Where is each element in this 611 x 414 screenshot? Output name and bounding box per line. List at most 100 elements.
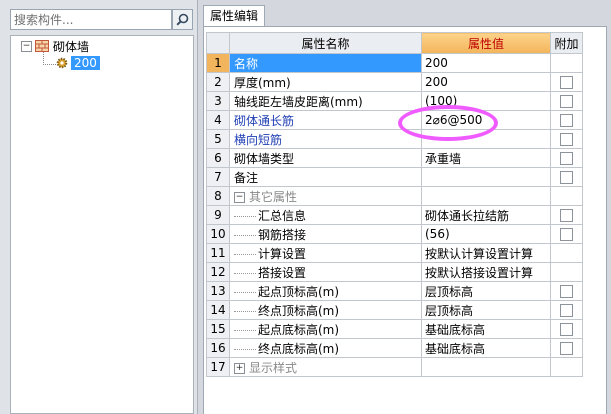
property-name: + 显示样式 [229,357,422,377]
extra-cell [550,148,583,168]
property-value[interactable] [421,167,551,187]
extra-checkbox[interactable] [560,342,573,355]
gear-icon [56,57,68,69]
extra-cell [550,224,583,244]
property-value[interactable]: 砌体通长拉结筋 [421,205,551,225]
extra-checkbox[interactable] [560,323,573,336]
property-value[interactable] [421,357,551,377]
property-value[interactable]: (56) [421,224,551,244]
table-row[interactable]: 3 轴线距左墙皮距离(mm) (100) [206,91,583,111]
table-row[interactable]: 1 名称 200 [206,53,583,73]
extra-cell [550,167,583,187]
wall-icon [35,40,49,52]
property-name: 起点顶标高(m) [229,281,422,301]
extra-checkbox[interactable] [560,285,573,298]
extra-cell [550,338,583,358]
property-value[interactable]: 承重墙 [421,148,551,168]
table-row[interactable]: 17 + 显示样式 [206,357,583,377]
row-number: 1 [206,53,230,73]
property-name: 搭接设置 [229,262,422,282]
table-row[interactable]: 7 备注 [206,167,583,187]
row-number: 16 [206,338,230,358]
tab-property-edit[interactable]: 属性编辑 [203,5,266,27]
row-number: 6 [206,148,230,168]
table-row[interactable]: 8− 其它属性 [206,186,583,206]
property-name-label: 汇总信息 [258,208,307,223]
property-value[interactable]: 层顶标高 [421,281,551,301]
component-tree: − 砌体墙 200 [10,35,194,414]
property-name-label: 钢筋搭接 [258,227,307,242]
property-value[interactable]: 2⌀6@500 [421,110,551,130]
tree-connector [234,340,256,350]
extra-checkbox[interactable] [560,152,573,165]
property-value[interactable]: 基础底标高 [421,319,551,339]
extra-checkbox[interactable] [560,95,573,108]
property-value[interactable]: 层顶标高 [421,300,551,320]
table-row[interactable]: 10 钢筋搭接 (56) [206,224,583,244]
search-input[interactable] [10,9,172,30]
property-name: 砌体通长筋 [229,110,422,130]
row-number: 12 [206,262,230,282]
property-name-label: 轴线距左墙皮距离(mm) [234,94,363,109]
extra-cell [550,110,583,130]
property-value[interactable]: 200 [421,53,551,73]
property-name: 终点底标高(m) [229,338,422,358]
extra-checkbox[interactable] [560,209,573,222]
extra-checkbox[interactable] [560,304,573,317]
table-row[interactable]: 9 汇总信息 砌体通长拉结筋 [206,205,583,225]
row-number: 17 [206,357,230,377]
table-row[interactable]: 4 砌体通长筋 2⌀6@500 [206,110,583,130]
extra-checkbox[interactable] [560,114,573,127]
search-button[interactable] [172,9,193,30]
property-value[interactable]: 按默认搭接设置计算 [421,262,551,282]
property-name: − 其它属性 [229,186,422,206]
tree-connector [234,245,256,255]
row-number: 9 [206,205,230,225]
property-value[interactable]: 200 [421,72,551,92]
property-name-label: 终点顶标高(m) [258,303,340,318]
tree-connector [234,302,256,312]
tree-item-label: 200 [71,56,100,70]
property-value[interactable] [421,186,551,206]
tree-connector [234,321,256,331]
table-row[interactable]: 14 终点顶标高(m) 层顶标高 [206,300,583,320]
property-name: 汇总信息 [229,205,422,225]
property-name: 砌体墙类型 [229,148,422,168]
table-row[interactable]: 12 搭接设置 按默认搭接设置计算 [206,262,583,282]
tree-item-label: 砌体墙 [53,39,90,54]
table-row[interactable]: 16 终点底标高(m) 基础底标高 [206,338,583,358]
table-row[interactable]: 11 计算设置 按默认计算设置计算 [206,243,583,263]
extra-cell [550,262,583,282]
row-number: 4 [206,110,230,130]
extra-checkbox[interactable] [560,76,573,89]
table-row[interactable]: 5 横向短筋 [206,129,583,149]
table-row[interactable]: 2 厚度(mm) 200 [206,72,583,92]
tree-item-200[interactable]: 200 [56,55,100,71]
tree-connector [43,52,56,65]
expand-icon[interactable]: + [234,362,245,374]
property-name-label: 其它属性 [249,189,298,204]
table-row[interactable]: 15 起点底标高(m) 基础底标高 [206,319,583,339]
table-row[interactable]: 13 起点顶标高(m) 层顶标高 [206,281,583,301]
extra-cell [550,53,583,73]
extra-checkbox[interactable] [560,228,573,241]
extra-checkbox[interactable] [560,133,573,146]
table-header-row: 属性名称 属性值 附加 [206,32,583,54]
property-grid: 属性名称 属性值 附加 1 名称 200 2 厚度(mm) 200 3 轴线距左墙皮距离(mm… [203,26,607,414]
row-number: 3 [206,91,230,111]
property-value[interactable]: 按默认计算设置计算 [421,243,551,263]
property-name-label: 备注 [234,170,259,185]
property-value[interactable]: (100) [421,91,551,111]
property-value[interactable]: 基础底标高 [421,338,551,358]
header-num [206,32,230,54]
collapse-toggle[interactable]: − [21,40,32,52]
extra-checkbox[interactable] [560,171,573,184]
property-name: 备注 [229,167,422,187]
property-name-label: 起点底标高(m) [258,322,340,337]
property-name-label: 显示样式 [249,360,298,375]
property-name: 横向短筋 [229,129,422,149]
table-row[interactable]: 6 砌体墙类型 承重墙 [206,148,583,168]
property-value[interactable] [421,129,551,149]
collapse-icon[interactable]: − [234,191,245,203]
header-value: 属性值 [421,32,551,54]
